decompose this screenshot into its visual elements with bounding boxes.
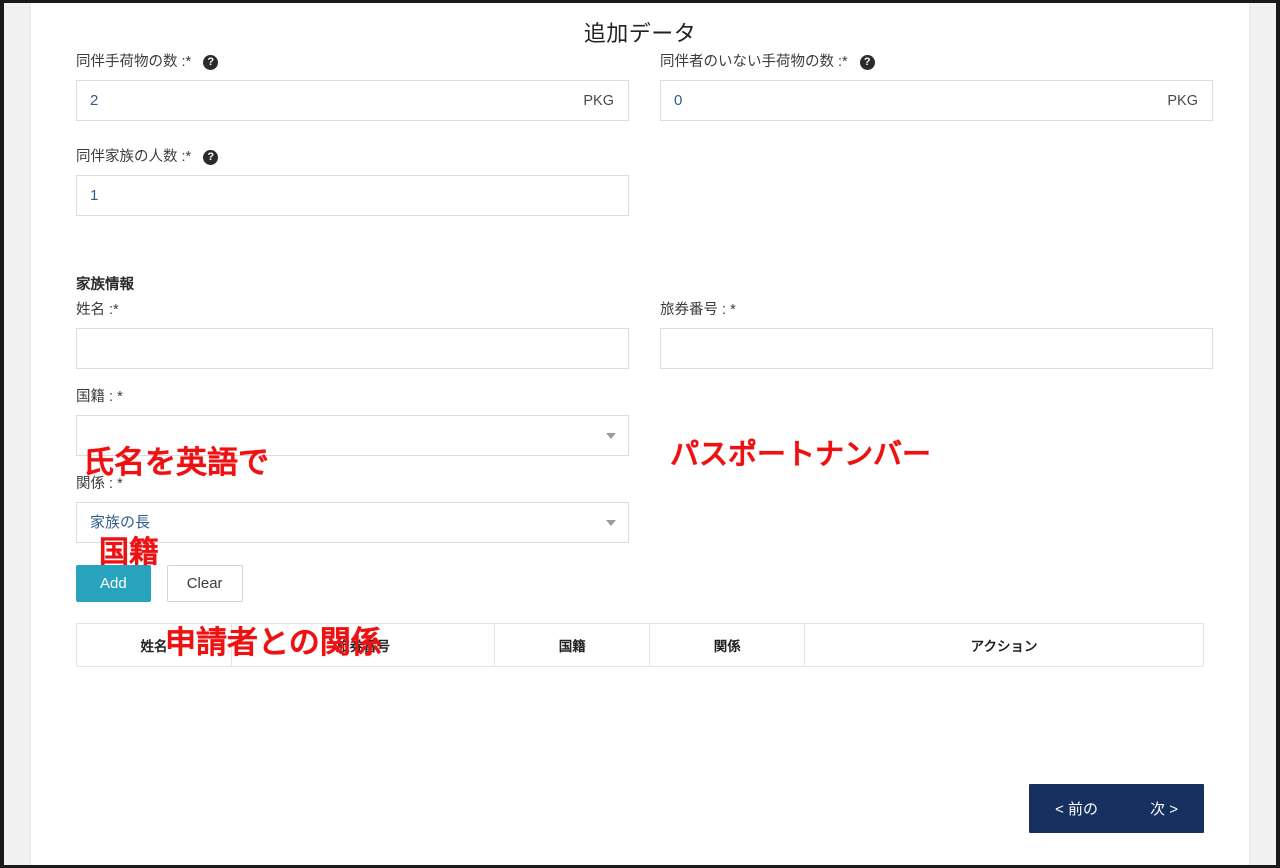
family-name-label: 姓名 :* [76,301,629,319]
help-circle-icon[interactable]: ? [203,54,219,70]
chevron-down-icon[interactable] [606,519,616,526]
family-passport-input-wrap[interactable] [660,328,1213,369]
family-name-input[interactable] [77,329,628,368]
browser-viewport: 追加データ 同伴手荷物の数 :* ? PKG 同伴者のいない手荷物の数 [0,0,1280,868]
previous-button[interactable]: < 前の [1029,784,1124,833]
accompanied-baggage-field: 同伴手荷物の数 :* ? PKG [76,53,629,121]
family-passport-label: 旅券番号 : * [660,301,1213,319]
name-passport-row: 姓名 :* 旅券番号 : * [76,301,1213,369]
accompanied-baggage-input-wrap[interactable]: PKG [76,80,629,121]
family-passport-input[interactable] [661,329,1212,368]
family-name-field: 姓名 :* [76,301,629,369]
family-passport-label-text: 旅券番号 : * [660,302,736,318]
right-gutter [1249,3,1276,865]
left-gutter [4,3,31,865]
family-count-row: 同伴家族の人数 :* ? [76,148,1204,216]
nav-button-group: < 前の 次 > [1029,784,1204,833]
unaccompanied-baggage-label-text: 同伴者のいない手荷物の数 :* [660,54,848,70]
unaccompanied-baggage-input-wrap[interactable]: PKG [660,80,1213,121]
family-relation-value: 家族の長 [90,514,151,531]
next-button[interactable]: 次 > [1124,784,1204,833]
help-circle-icon[interactable]: ? [859,54,875,70]
family-nationality-label-text: 国籍 : * [76,389,123,405]
field-spacer [76,369,1204,388]
form-body: 同伴手荷物の数 :* ? PKG 同伴者のいない手荷物の数 :* ? [31,53,1249,667]
accompanied-baggage-label: 同伴手荷物の数 :* ? [76,53,629,71]
family-count-label-text: 同伴家族の人数 :* [76,149,192,165]
help-circle-icon[interactable]: ? [203,149,219,165]
column-header-passport: 旅券番号 [230,623,496,667]
family-passport-field: 旅券番号 : * [660,301,1213,369]
family-table: 姓名 旅券番号 国籍 関係 アクション [76,623,1204,667]
unaccompanied-baggage-label: 同伴者のいない手荷物の数 :* ? [660,53,1213,71]
family-info-heading: 家族情報 [76,277,134,293]
family-count-label: 同伴家族の人数 :* ? [76,148,629,166]
family-name-label-text: 姓名 :* [76,302,119,318]
family-nationality-label: 国籍 : * [76,388,629,406]
family-nationality-field: 国籍 : * [76,388,629,456]
form-page: 追加データ 同伴手荷物の数 :* ? PKG 同伴者のいない手荷物の数 [31,3,1249,865]
accompanied-baggage-label-text: 同伴手荷物の数 :* [76,54,192,70]
family-name-input-wrap[interactable] [76,328,629,369]
family-relation-select[interactable]: 家族の長 [76,502,629,543]
family-table-header-row: 姓名 旅券番号 国籍 関係 アクション [76,623,1204,667]
family-relation-label-text: 関係 : * [76,476,123,492]
chevron-down-icon[interactable] [606,432,616,439]
unaccompanied-baggage-field: 同伴者のいない手荷物の数 :* ? PKG [660,53,1213,121]
family-nationality-select[interactable] [76,415,629,456]
accompanied-baggage-input[interactable] [77,81,628,120]
field-spacer [76,456,1204,475]
column-header-action: アクション [804,623,1204,667]
page-title: 追加データ [583,21,697,46]
clear-button[interactable]: Clear [166,565,243,602]
baggage-row: 同伴手荷物の数 :* ? PKG 同伴者のいない手荷物の数 :* ? [76,53,1213,121]
column-header-nationality: 国籍 [494,623,651,667]
family-relation-field: 関係 : * 家族の長 [76,475,629,543]
nationality-row: 国籍 : * [76,388,1204,456]
column-header-relation: 関係 [649,623,806,667]
family-relation-label: 関係 : * [76,475,629,493]
add-button[interactable]: Add [76,565,151,602]
relation-row: 関係 : * 家族の長 [76,475,1204,543]
unaccompanied-baggage-input[interactable] [661,81,1212,120]
family-count-input[interactable] [77,176,628,215]
form-navigation: < 前の 次 > [1029,784,1204,833]
row-spacer [76,121,1204,148]
family-action-buttons: Add Clear [76,565,1204,602]
family-count-field: 同伴家族の人数 :* ? [76,148,629,216]
family-count-input-wrap[interactable] [76,175,629,216]
column-header-name: 姓名 [76,623,232,667]
